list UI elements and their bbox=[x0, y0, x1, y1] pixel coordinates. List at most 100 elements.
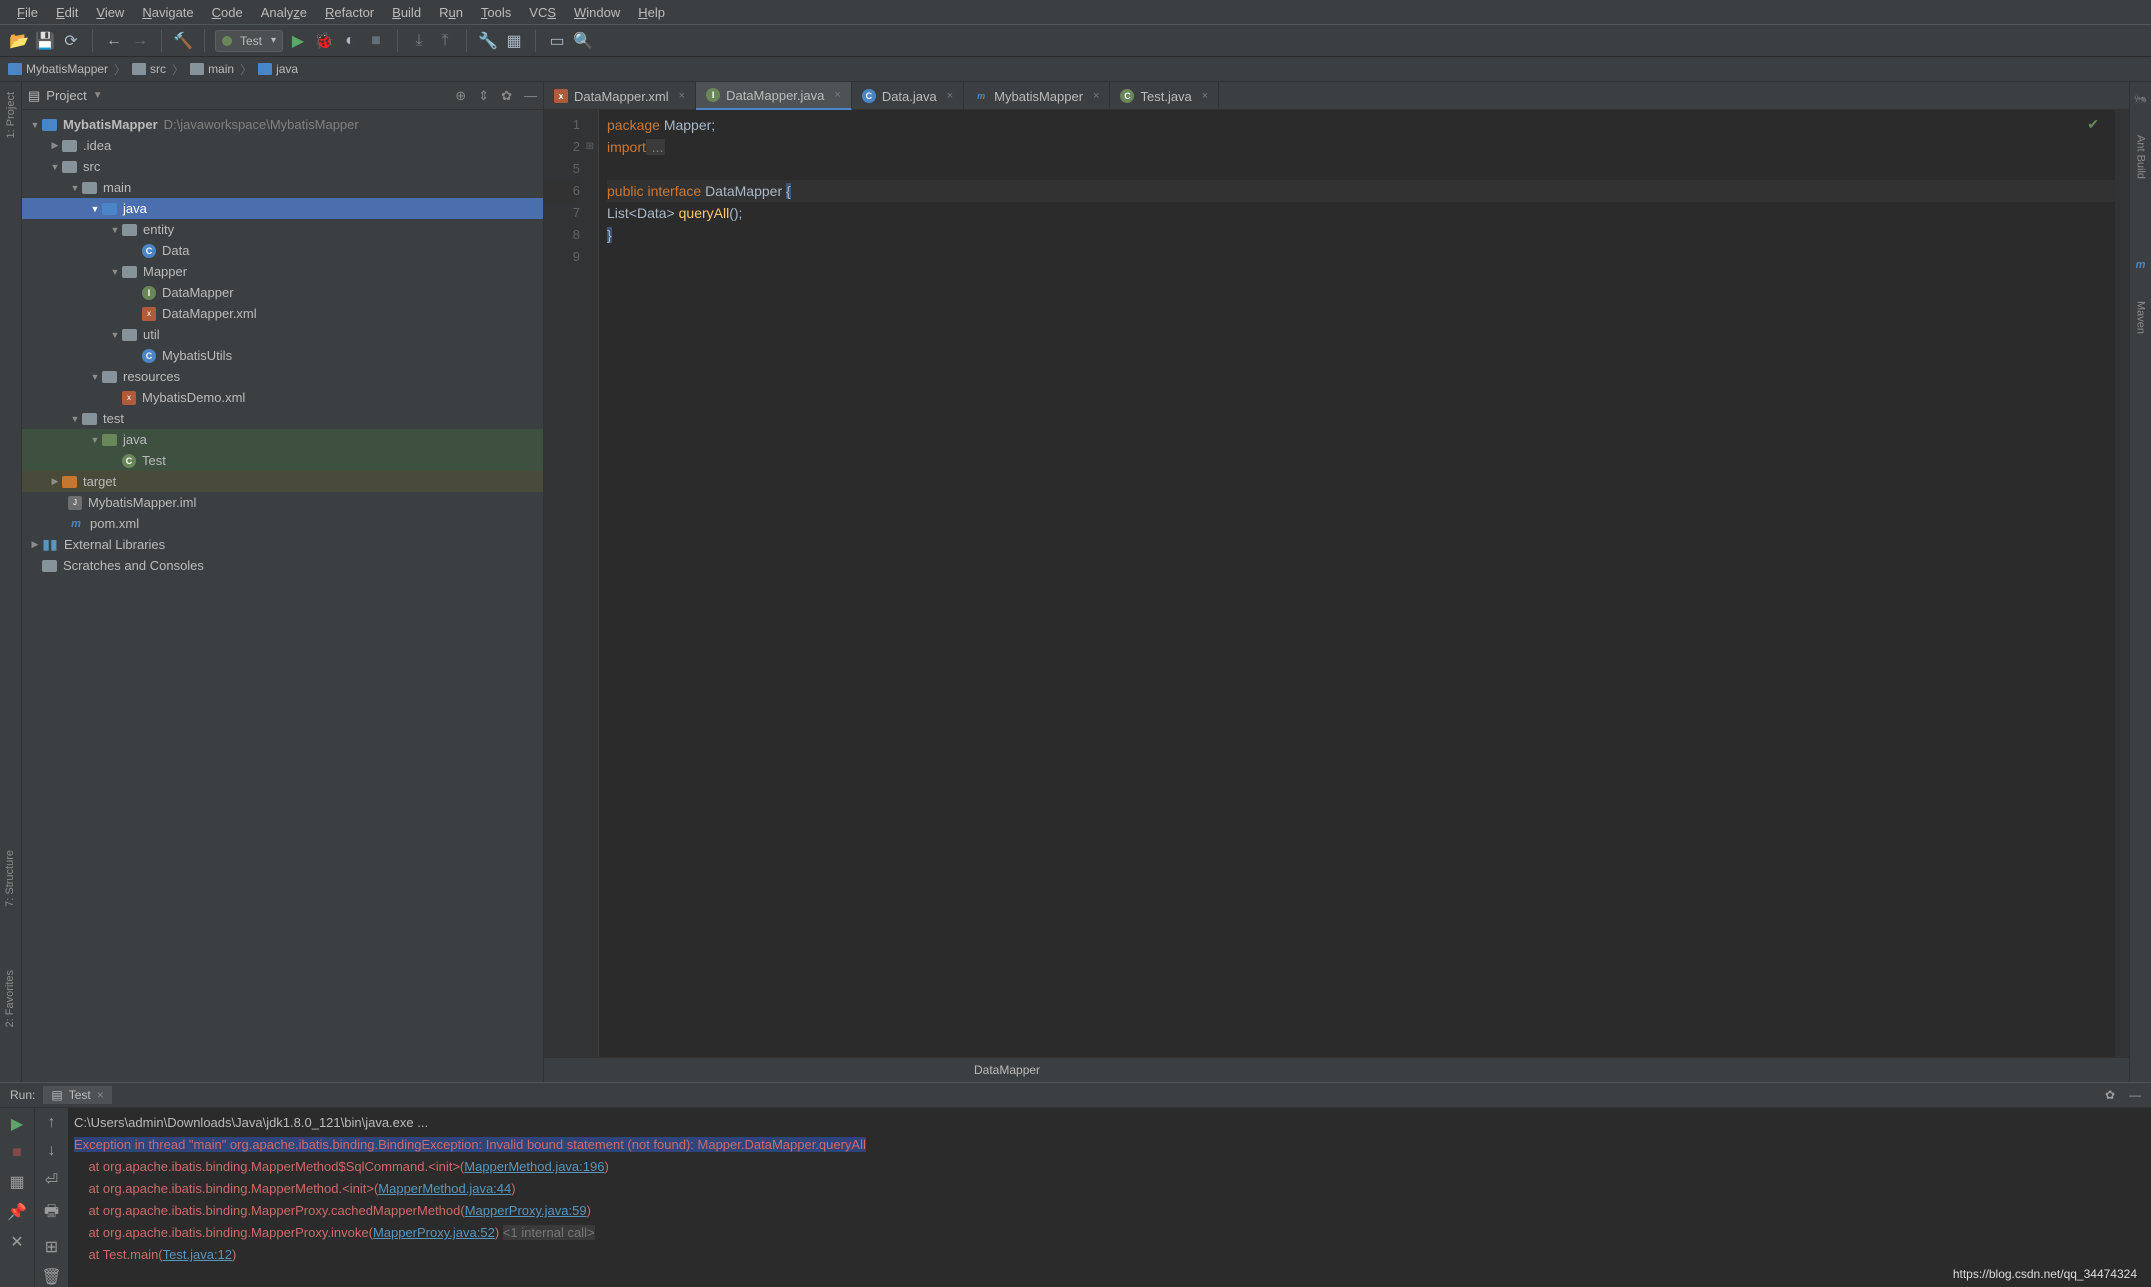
gutter[interactable]: 1 2⊞ 5 6 7 8 9 bbox=[544, 110, 599, 1057]
right-tab-maven[interactable]: Maven bbox=[2135, 301, 2147, 334]
tree-scratches[interactable]: Scratches and Consoles bbox=[22, 555, 543, 576]
left-tab-favorites[interactable]: 2: Favorites bbox=[4, 970, 16, 1027]
close-icon[interactable]: × bbox=[1093, 90, 1099, 102]
layout-icon[interactable]: ▦ bbox=[9, 1172, 24, 1192]
target-icon[interactable]: ⊕ bbox=[455, 88, 466, 104]
menu-window[interactable]: Window bbox=[565, 3, 629, 22]
tree-datamapper-if[interactable]: IDataMapper bbox=[22, 282, 543, 303]
right-tab-ant[interactable]: Ant Build bbox=[2135, 135, 2147, 179]
close-icon[interactable]: × bbox=[947, 90, 953, 102]
gear-icon[interactable]: ✿ bbox=[501, 88, 512, 104]
tree-util[interactable]: util bbox=[22, 324, 543, 345]
tree-java[interactable]: java bbox=[22, 198, 543, 219]
expand-icon[interactable]: ⊞ bbox=[45, 1237, 58, 1257]
menu-help[interactable]: Help bbox=[629, 3, 674, 22]
fold-icon[interactable]: ⊞ bbox=[586, 136, 594, 158]
tree-mybatisutils[interactable]: CMybatisUtils bbox=[22, 345, 543, 366]
ant-icon[interactable]: 🐜 bbox=[2134, 92, 2148, 105]
tab-datamapper-java[interactable]: IDataMapper.java× bbox=[696, 82, 852, 110]
vcs-update-icon[interactable]: ⤓ bbox=[408, 30, 430, 52]
tree-mybatisdemo[interactable]: xMybatisDemo.xml bbox=[22, 387, 543, 408]
stacktrace-link[interactable]: MapperProxy.java:52 bbox=[373, 1225, 495, 1240]
tree-target[interactable]: target bbox=[22, 471, 543, 492]
inspection-ok-icon[interactable]: ✔ bbox=[2087, 116, 2099, 133]
build-icon[interactable]: 🔨 bbox=[172, 30, 194, 52]
stacktrace-link[interactable]: MapperMethod.java:196 bbox=[464, 1159, 604, 1174]
tree-main[interactable]: main bbox=[22, 177, 543, 198]
tree-test[interactable]: test bbox=[22, 408, 543, 429]
tree-idea[interactable]: .idea bbox=[22, 135, 543, 156]
gear-icon[interactable]: ✿ bbox=[2105, 1088, 2115, 1102]
tree-ext-lib[interactable]: ▮▮External Libraries bbox=[22, 534, 543, 555]
menu-run[interactable]: Run bbox=[430, 3, 472, 22]
tab-test-java[interactable]: CTest.java× bbox=[1110, 82, 1219, 110]
avd-icon[interactable]: ▭ bbox=[546, 30, 568, 52]
save-icon[interactable]: 💾 bbox=[34, 30, 56, 52]
tree-root[interactable]: MybatisMapperD:\javaworkspace\MybatisMap… bbox=[22, 114, 543, 135]
close-icon[interactable]: × bbox=[97, 1088, 104, 1102]
up-icon[interactable]: ↑ bbox=[48, 1114, 56, 1132]
bc-main[interactable]: main bbox=[190, 62, 234, 76]
stacktrace-link[interactable]: MapperMethod.java:44 bbox=[378, 1181, 511, 1196]
tree-pom[interactable]: mpom.xml bbox=[22, 513, 543, 534]
tree-data-class[interactable]: CData bbox=[22, 240, 543, 261]
menu-refactor[interactable]: Refactor bbox=[316, 3, 383, 22]
back-icon[interactable]: ← bbox=[103, 30, 125, 52]
editor-breadcrumb[interactable]: DataMapper bbox=[544, 1057, 2129, 1082]
menu-build[interactable]: Build bbox=[383, 3, 430, 22]
left-tab-structure[interactable]: 7: Structure bbox=[4, 850, 16, 907]
vcs-commit-icon[interactable]: ⤒ bbox=[434, 30, 456, 52]
tab-datamapper-xml[interactable]: xDataMapper.xml× bbox=[544, 82, 696, 110]
maven-icon[interactable]: m bbox=[2136, 259, 2146, 271]
tree-mapper-pkg[interactable]: Mapper bbox=[22, 261, 543, 282]
stacktrace-link[interactable]: Test.java:12 bbox=[163, 1247, 232, 1262]
sync-icon[interactable]: ⟳ bbox=[60, 30, 82, 52]
run-icon[interactable]: ▶ bbox=[287, 30, 309, 52]
close-icon[interactable]: × bbox=[679, 90, 685, 102]
stop-icon[interactable]: ■ bbox=[12, 1144, 22, 1162]
stop-icon[interactable]: ■ bbox=[365, 30, 387, 52]
open-icon[interactable]: 📂 bbox=[8, 30, 30, 52]
collapse-icon[interactable]: ⇕ bbox=[478, 88, 489, 104]
tree-resources[interactable]: resources bbox=[22, 366, 543, 387]
search-icon[interactable]: 🔍 bbox=[572, 30, 594, 52]
menu-view[interactable]: View bbox=[87, 3, 133, 22]
bc-java[interactable]: java bbox=[258, 62, 298, 76]
tree-entity[interactable]: entity bbox=[22, 219, 543, 240]
hide-icon[interactable]: — bbox=[2129, 1088, 2141, 1102]
menu-vcs[interactable]: VCS bbox=[520, 3, 565, 22]
tree-iml[interactable]: JMybatisMapper.iml bbox=[22, 492, 543, 513]
print-icon[interactable]: 🖶 bbox=[44, 1200, 59, 1227]
debug-icon[interactable]: 🐞 bbox=[313, 30, 335, 52]
rerun-icon[interactable]: ▶ bbox=[11, 1114, 23, 1134]
menu-analyze[interactable]: Analyze bbox=[252, 3, 316, 22]
menu-navigate[interactable]: Navigate bbox=[133, 3, 202, 22]
trash-icon[interactable]: 🗑 bbox=[41, 1267, 61, 1287]
down-icon[interactable]: ↓ bbox=[48, 1142, 56, 1160]
code-editor[interactable]: package Mapper; import ... public interf… bbox=[599, 110, 2115, 1057]
close-icon[interactable]: × bbox=[834, 89, 840, 101]
tree-src[interactable]: src bbox=[22, 156, 543, 177]
coverage-icon[interactable]: ◐ bbox=[339, 30, 361, 52]
bc-src[interactable]: src bbox=[132, 62, 166, 76]
error-stripe[interactable] bbox=[2115, 110, 2129, 1057]
tree-test-java[interactable]: java bbox=[22, 429, 543, 450]
bc-root[interactable]: MybatisMapper bbox=[8, 62, 108, 76]
menu-tools[interactable]: Tools bbox=[472, 3, 520, 22]
console-output[interactable]: C:\Users\admin\Downloads\Java\jdk1.8.0_1… bbox=[68, 1108, 2151, 1287]
wrap-icon[interactable]: ⏎ bbox=[45, 1170, 58, 1190]
settings-icon[interactable]: 🔧 bbox=[477, 30, 499, 52]
tree-test-class[interactable]: CTest bbox=[22, 450, 543, 471]
close-icon[interactable]: ✕ bbox=[10, 1232, 23, 1252]
pin-icon[interactable]: 📌 bbox=[7, 1202, 27, 1222]
menu-edit[interactable]: Edit bbox=[47, 3, 87, 22]
tree-datamapper-xml[interactable]: xDataMapper.xml bbox=[22, 303, 543, 324]
left-tab-project[interactable]: 1: Project bbox=[5, 92, 17, 138]
chevron-down-icon[interactable]: ▼ bbox=[93, 90, 103, 101]
forward-icon[interactable]: → bbox=[129, 30, 151, 52]
run-config-select[interactable]: Test bbox=[215, 30, 283, 52]
menu-code[interactable]: Code bbox=[203, 3, 252, 22]
project-tree[interactable]: MybatisMapperD:\javaworkspace\MybatisMap… bbox=[22, 110, 543, 576]
run-tab-test[interactable]: ▤ Test × bbox=[43, 1086, 111, 1104]
tab-mybatismapper[interactable]: mMybatisMapper× bbox=[964, 82, 1110, 110]
